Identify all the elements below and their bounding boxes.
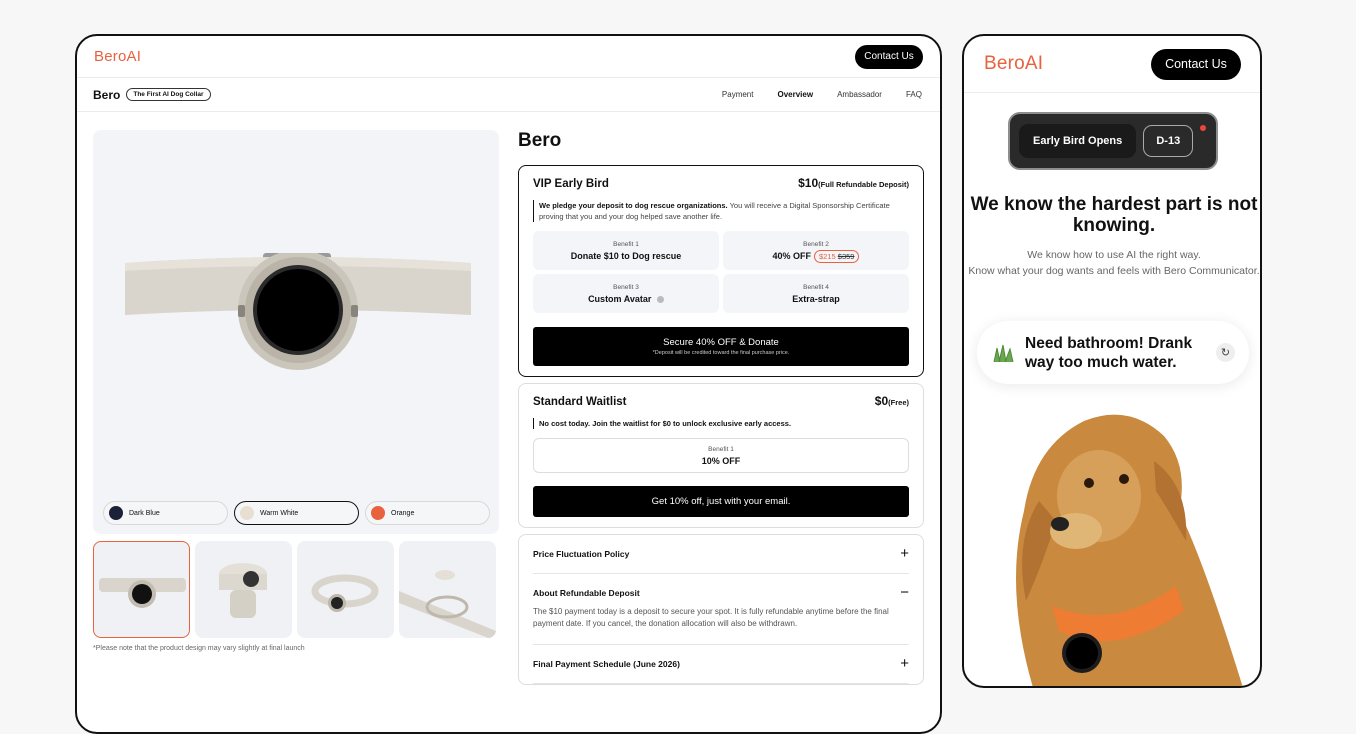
vip-description: We pledge your deposit to dog rescue org… (533, 200, 909, 222)
swatch-label: Dark Blue (129, 509, 160, 517)
contact-us-button[interactable]: Contact Us (855, 44, 923, 69)
dark-blue-dot-icon (109, 506, 123, 520)
benefit-value: Extra-strap (792, 293, 840, 304)
thumbnail-3[interactable] (297, 541, 394, 638)
early-bird-label: Early Bird Opens (1019, 124, 1137, 158)
live-dot-icon (1200, 125, 1206, 131)
cta-sublabel: *Deposit will be credited toward the fin… (652, 350, 790, 356)
cta-label: Secure 40% OFF & Donate (663, 337, 779, 348)
standard-title: Standard Waitlist (533, 396, 627, 408)
mobile-header: BeroAI Contact Us (964, 36, 1260, 93)
standard-description: No cost today. Join the waitlist for $0 … (533, 418, 909, 429)
benefit-value: 10% OFF (701, 455, 741, 466)
desktop-preview: BeroAI Contact Us Bero The First AI Dog … (75, 34, 942, 734)
hero-headline: We know the hardest part is not knowing. (970, 194, 1258, 236)
swatch-label: Warm White (260, 509, 299, 517)
minus-icon[interactable]: − (900, 585, 909, 600)
early-bird-badge: Early Bird Opens D-13 (1008, 112, 1218, 170)
thumbnail-strip (93, 541, 496, 638)
faq-question: About Refundable Deposit (533, 588, 640, 598)
faq-question: Final Payment Schedule (June 2026) (533, 659, 680, 669)
logo[interactable]: BeroAI (984, 53, 1043, 75)
nav-ambassador[interactable]: Ambassador (837, 90, 882, 99)
design-note: *Please note that the product design may… (93, 645, 305, 652)
discount-price-badge: $215 $359 (814, 249, 860, 263)
benefit-card: Benefit 1 10% OFF (533, 438, 909, 473)
contact-us-button[interactable]: Contact Us (1151, 48, 1241, 80)
thumbnail-2[interactable] (195, 541, 292, 638)
section-nav: Payment Overview Ambassador FAQ (722, 90, 922, 99)
dog-message: Need bathroom! Drank way too much water. (1025, 334, 1193, 371)
benefit-card: Benefit 2 40% OFF $215 $359 (723, 231, 909, 270)
faq-question: Price Fluctuation Policy (533, 549, 630, 559)
secure-donate-button[interactable]: Secure 40% OFF & Donate *Deposit will be… (533, 327, 909, 366)
thumbnail-1[interactable] (93, 541, 190, 638)
faq-item[interactable]: Price Fluctuation Policy + (533, 535, 909, 574)
grass-icon (993, 344, 1014, 362)
vip-price: $10(Full Refundable Deposit) (798, 176, 909, 190)
dog-photo (1016, 414, 1243, 686)
vip-title: VIP Early Bird (533, 178, 609, 190)
benefit-value: 40% OFF $215 $359 (773, 249, 860, 263)
vip-card: VIP Early Bird $10(Full Refundable Depos… (518, 165, 924, 377)
benefit-label: Benefit 1 (613, 240, 639, 248)
benefit-card: Benefit 3 Custom Avatar (533, 274, 719, 313)
benefit-label: Benefit 1 (708, 445, 734, 453)
logo[interactable]: BeroAI (94, 48, 141, 65)
benefit-label: Benefit 4 (803, 283, 829, 291)
swatch-warm-white[interactable]: Warm White (234, 501, 359, 525)
standard-card: Standard Waitlist $0(Free) No cost today… (518, 383, 924, 528)
warm-white-dot-icon (240, 506, 254, 520)
benefit-card: Benefit 1 Donate $10 to Dog rescue (533, 231, 719, 270)
purchase-panel: Bero VIP Early Bird $10(Full Refundable … (518, 130, 924, 685)
swatch-dark-blue[interactable]: Dark Blue (103, 501, 228, 525)
countdown-label: D-13 (1143, 125, 1194, 157)
get-discount-button[interactable]: Get 10% off, just with your email. (533, 486, 909, 517)
faq-answer: The $10 payment today is a deposit to se… (533, 607, 889, 628)
mobile-preview: BeroAI Contact Us Early Bird Opens D-13 … (962, 34, 1262, 688)
hero-subtext: We know how to use AI the right way. Kno… (968, 249, 1260, 277)
brand-name: Bero (93, 87, 121, 102)
color-swatches: Dark Blue Warm White Orange (103, 501, 490, 525)
benefit-value: Donate $10 to Dog rescue (570, 250, 682, 261)
product-subnav: Bero The First AI Dog Collar Payment Ove… (77, 78, 940, 112)
benefit-label: Benefit 2 (803, 240, 829, 248)
benefit-card: Benefit 4 Extra-strap (723, 274, 909, 313)
faq-list: Price Fluctuation Policy + About Refundab… (518, 534, 924, 685)
faq-item[interactable]: About Refundable Deposit − The $10 paymen… (533, 574, 909, 645)
collar-image (125, 253, 471, 370)
thumbnail-4[interactable] (399, 541, 496, 638)
swatch-orange[interactable]: Orange (365, 501, 490, 525)
benefit-value: Custom Avatar (588, 294, 664, 304)
plus-icon[interactable]: + (900, 656, 909, 671)
standard-price: $0(Free) (874, 394, 909, 408)
refresh-icon[interactable]: ↻ (1216, 343, 1235, 362)
tagline-badge: The First AI Dog Collar (126, 88, 211, 101)
vip-benefits: Benefit 1 Donate $10 to Dog rescue Benef… (533, 231, 909, 313)
nav-payment[interactable]: Payment (722, 90, 754, 99)
product-title: Bero (518, 130, 562, 151)
benefit-label: Benefit 3 (613, 283, 639, 291)
dog-speech-bubble: Need bathroom! Drank way too much water.… (977, 321, 1249, 384)
faq-item[interactable]: Final Payment Schedule (June 2026) + (533, 645, 909, 684)
product-image-main: Dark Blue Warm White Orange (93, 130, 499, 534)
nav-faq[interactable]: FAQ (906, 90, 922, 99)
info-icon[interactable] (656, 295, 664, 303)
swatch-label: Orange (391, 509, 415, 517)
nav-overview[interactable]: Overview (777, 90, 813, 99)
plus-icon[interactable]: + (900, 546, 909, 561)
orange-dot-icon (371, 506, 385, 520)
desktop-header: BeroAI Contact Us (77, 36, 940, 78)
